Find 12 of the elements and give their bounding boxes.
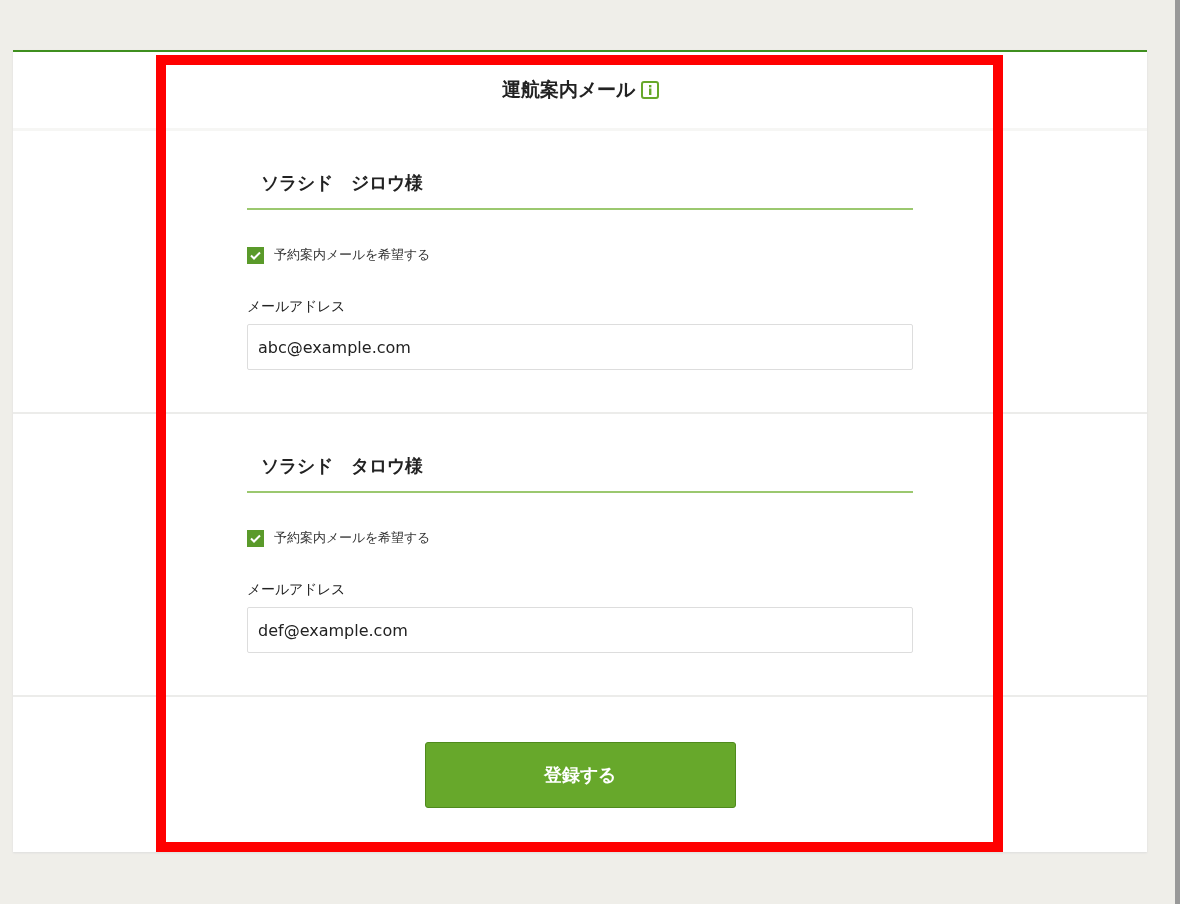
checkbox[interactable] <box>247 246 264 264</box>
passenger-name: ソラシド ジロウ様 <box>247 171 913 210</box>
email-field[interactable]: abc@example.com <box>247 324 913 370</box>
form-title: 運航案内メール <box>501 77 635 102</box>
passenger-name: ソラシド タロウ様 <box>247 454 913 493</box>
field-label: メールアドレス <box>247 298 346 316</box>
info-icon[interactable] <box>640 81 659 99</box>
checkbox-label: 予約案内メールを希望する <box>274 529 430 547</box>
field-label: メールアドレス <box>247 581 346 599</box>
checkbox[interactable] <box>247 529 264 547</box>
email-field[interactable]: def@example.com <box>247 607 913 653</box>
checkbox-label: 予約案内メールを希望する <box>274 246 430 264</box>
